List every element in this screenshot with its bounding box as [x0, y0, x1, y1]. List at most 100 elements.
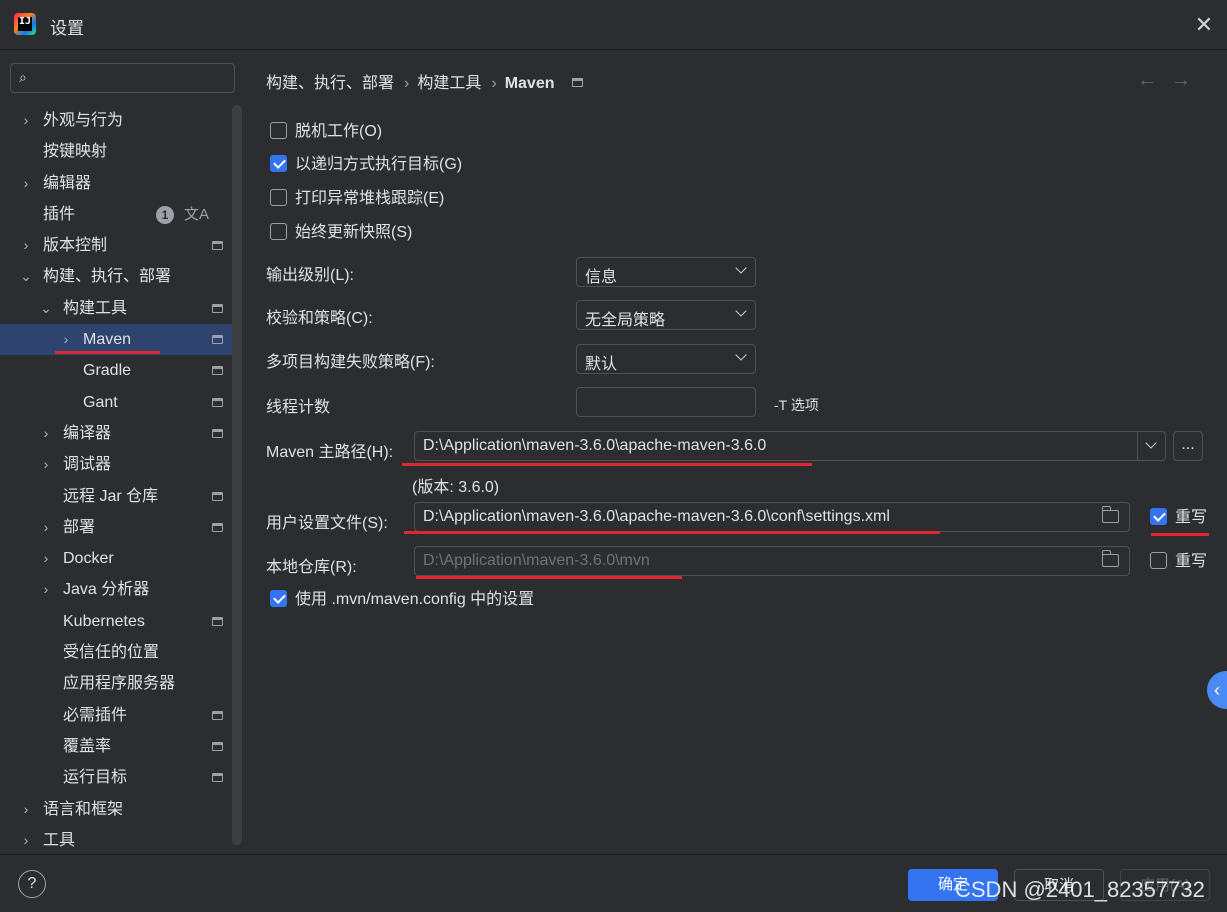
checksum-policy-select[interactable]: 无全局策略: [576, 300, 756, 330]
checkbox-box[interactable]: [270, 122, 287, 139]
close-icon[interactable]: ✕: [1191, 12, 1217, 38]
sidebar-item[interactable]: › Docker: [0, 543, 232, 574]
sidebar-item[interactable]: 覆盖率: [0, 731, 232, 762]
folder-icon[interactable]: [1101, 550, 1119, 567]
sidebar-item-label: 工具: [43, 831, 76, 849]
user-settings-override-checkbox[interactable]: 重写: [1150, 507, 1207, 529]
sidebar-item[interactable]: › 外观与行为: [0, 105, 232, 136]
sidebar-item-label: 版本控制: [43, 237, 108, 255]
pin-icon: [212, 710, 223, 720]
sidebar-item[interactable]: 应用程序服务器: [0, 668, 232, 699]
sidebar-item[interactable]: Gant: [0, 387, 232, 418]
breadcrumb-build-tools[interactable]: 构建工具: [417, 75, 481, 92]
chevron-right-icon[interactable]: ›: [40, 512, 52, 543]
sidebar-item-label: 必需插件: [63, 706, 128, 724]
always-update-checkbox[interactable]: 始终更新快照(S): [270, 222, 412, 244]
use-mvn-config-checkbox[interactable]: 使用 .mvn/maven.config 中的设置: [270, 589, 534, 611]
local-repo-field[interactable]: D:\Application\maven-3.6.0\mvn: [414, 546, 1130, 576]
print-stack-checkbox[interactable]: 打印异常堆栈跟踪(E): [270, 188, 444, 210]
collapse-side-icon[interactable]: ‹: [1207, 671, 1227, 709]
thread-count-suffix: -T 选项: [774, 397, 819, 413]
chevron-right-icon[interactable]: ›: [40, 574, 52, 605]
search-icon: ⌕: [19, 69, 27, 85]
maven-home-combobox[interactable]: D:\Application\maven-3.6.0\apache-maven-…: [414, 431, 1166, 461]
help-button[interactable]: ?: [18, 870, 46, 898]
checkbox-box[interactable]: [1150, 508, 1167, 525]
local-repo-override-checkbox[interactable]: 重写: [1150, 551, 1207, 573]
offline-checkbox[interactable]: 脱机工作(O): [270, 121, 382, 143]
sidebar-item[interactable]: › 部署: [0, 512, 232, 543]
chevron-right-icon[interactable]: ›: [20, 794, 32, 825]
sidebar-scrollbar[interactable]: [232, 105, 242, 845]
sidebar-item[interactable]: 插件 1 文A: [0, 199, 232, 230]
sidebar-item[interactable]: › 编辑器: [0, 168, 232, 199]
chevron-right-icon[interactable]: ›: [40, 543, 52, 574]
notification-badge: 1: [156, 205, 174, 224]
intellij-logo-icon: IJ: [14, 13, 36, 35]
thread-count-input[interactable]: [576, 387, 756, 417]
breadcrumb-build-execution-deployment[interactable]: 构建、执行、部署: [266, 75, 394, 92]
sidebar-item[interactable]: 受信任的位置: [0, 637, 232, 668]
chevron-down-icon[interactable]: ⌄: [40, 293, 52, 324]
sidebar-item-label: 按键映射: [43, 143, 108, 161]
window-title: 设置: [50, 19, 84, 38]
multiproject-fail-label: 多项目构建失败策略(F):: [266, 354, 435, 371]
sidebar-item-label: Kubernetes: [63, 612, 145, 630]
breadcrumb: 构建、执行、部署 › 构建工具 › Maven: [266, 69, 591, 93]
checkbox-box[interactable]: [270, 155, 287, 172]
sidebar-item-label: 编辑器: [43, 174, 92, 192]
chevron-right-icon[interactable]: ›: [20, 168, 32, 199]
search-field[interactable]: ⌕: [10, 63, 235, 93]
sidebar-item[interactable]: 按键映射: [0, 136, 232, 167]
pin-icon: [572, 78, 584, 87]
back-arrow-icon[interactable]: ←: [1137, 69, 1171, 91]
chevron-right-icon[interactable]: ›: [40, 418, 52, 449]
chevron-down-icon[interactable]: ⌄: [20, 261, 32, 292]
forward-arrow-icon[interactable]: →: [1171, 69, 1205, 91]
annotation-underline: [416, 576, 682, 579]
sidebar-item[interactable]: ⌄ 构建工具: [0, 293, 232, 324]
settings-sidebar: ⌕ › 外观与行为 按键映射 › 编辑器 插件 1 文A › 版本控制 ⌄ 构建、执行、部署 ⌄ 构建工具…: [0, 51, 245, 854]
sidebar-item[interactable]: › 编译器: [0, 418, 232, 449]
search-input[interactable]: [47, 68, 227, 88]
folder-icon[interactable]: [1101, 506, 1119, 523]
sidebar-item-label: Docker: [63, 550, 114, 568]
checkbox-box[interactable]: [270, 590, 287, 607]
chevron-right-icon[interactable]: ›: [20, 825, 32, 856]
annotation-underline: [1151, 533, 1209, 536]
sidebar-item[interactable]: Gradle: [0, 355, 232, 386]
sidebar-item[interactable]: ⌄ 构建、执行、部署: [0, 261, 232, 292]
sidebar-item[interactable]: › Java 分析器: [0, 574, 232, 605]
sidebar-item[interactable]: › 工具: [0, 825, 232, 856]
title-bar: IJ 设置 ✕: [0, 0, 1227, 50]
pin-icon: [212, 522, 223, 532]
sidebar-item[interactable]: 必需插件: [0, 700, 232, 731]
sidebar-item[interactable]: › 调试器: [0, 449, 232, 480]
chevron-down-icon: [735, 262, 747, 274]
checkbox-box[interactable]: [1150, 552, 1167, 569]
checkbox-box[interactable]: [270, 189, 287, 206]
sidebar-item[interactable]: 运行目标: [0, 762, 232, 793]
sidebar-item[interactable]: › 语言和框架: [0, 794, 232, 825]
pin-icon: [212, 397, 223, 407]
chevron-down-icon[interactable]: [1137, 432, 1165, 460]
recursive-checkbox[interactable]: 以递归方式执行目标(G): [270, 154, 462, 176]
output-level-select[interactable]: 信息: [576, 257, 756, 287]
multiproject-fail-select[interactable]: 默认: [576, 344, 756, 374]
sidebar-item[interactable]: Kubernetes: [0, 606, 232, 637]
sidebar-item-label: Gradle: [83, 362, 132, 380]
chevron-down-icon: [735, 305, 747, 317]
user-settings-field[interactable]: D:\Application\maven-3.6.0\apache-maven-…: [414, 502, 1130, 532]
sidebar-item[interactable]: › 版本控制: [0, 230, 232, 261]
dialog-footer: ? 确定 取消 应用(A) CSDN @2401_82357732: [0, 854, 1227, 912]
maven-home-label: Maven 主路径(H):: [266, 444, 394, 461]
sidebar-item[interactable]: 远程 Jar 仓库: [0, 481, 232, 512]
chevron-right-icon[interactable]: ›: [20, 105, 32, 136]
chevron-right-icon[interactable]: ›: [20, 230, 32, 261]
chevron-right-icon[interactable]: ›: [40, 449, 52, 480]
sidebar-item-label: 运行目标: [63, 769, 128, 787]
annotation-underline: [402, 463, 812, 466]
thread-count-label: 线程计数: [266, 399, 331, 416]
browse-button[interactable]: ...: [1173, 431, 1203, 461]
checkbox-box[interactable]: [270, 223, 287, 240]
